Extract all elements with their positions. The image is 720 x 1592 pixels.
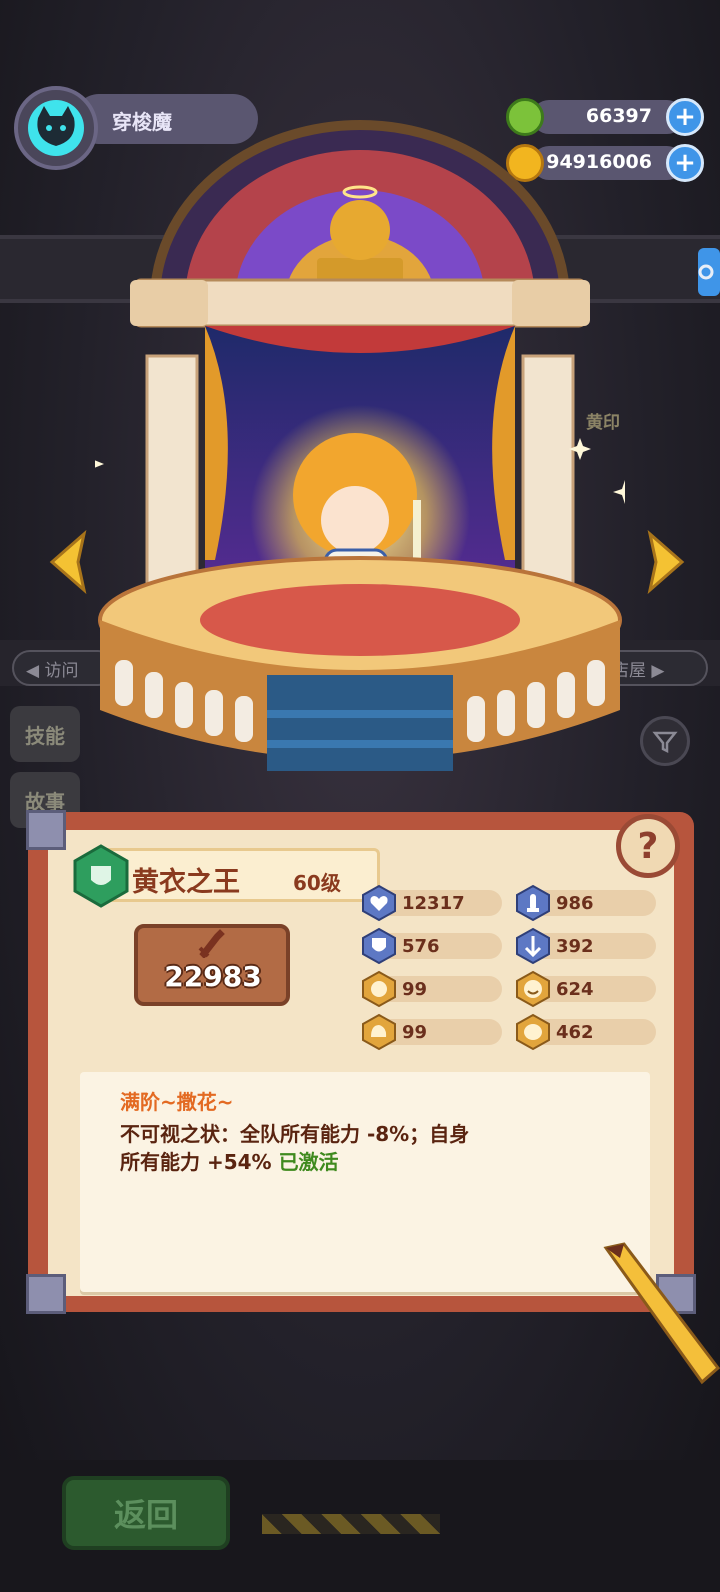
- stat-hp: 12317: [360, 884, 502, 922]
- add-gems-button[interactable]: +: [666, 98, 704, 136]
- next-hero-arrow-icon[interactable]: [640, 530, 690, 594]
- plus-icon: +: [674, 102, 696, 132]
- stat-speed: 392: [514, 927, 656, 965]
- avatar[interactable]: [28, 100, 84, 156]
- add-coins-button[interactable]: +: [666, 144, 704, 182]
- card-corner: [26, 810, 66, 850]
- pencil-icon: [603, 1242, 720, 1385]
- question-icon: ?: [637, 825, 659, 867]
- hero-name: 黄衣之王: [132, 867, 240, 898]
- skill-active-status: 已激活: [278, 1150, 339, 1174]
- skill-desc-line2-text: 所有能力 +54%: [120, 1150, 279, 1174]
- stat-intellect: 462: [514, 1013, 656, 1051]
- filter-icon: [652, 731, 678, 754]
- strength-icon: [362, 1013, 396, 1051]
- plus-icon: +: [674, 148, 696, 178]
- tab-skills[interactable]: 技能: [10, 706, 80, 762]
- stat-luck: 624: [514, 970, 656, 1008]
- skill-title: 满阶~撒花~: [120, 1090, 234, 1114]
- hp-value: 12317: [402, 893, 465, 914]
- rarity-shield-badge-icon: [73, 844, 129, 908]
- luck-icon: [516, 970, 550, 1008]
- avatar-frame: [14, 86, 98, 170]
- help-button[interactable]: ?: [616, 814, 680, 878]
- charm-icon: [362, 970, 396, 1008]
- card-corner: [26, 1274, 66, 1314]
- speed-value: 392: [556, 936, 594, 957]
- stat-attack: 986: [514, 884, 656, 922]
- back-button[interactable]: 返回: [62, 1476, 230, 1550]
- sword-icon: [198, 929, 225, 958]
- defense-value: 576: [402, 936, 440, 957]
- cat-face-icon: [37, 106, 75, 146]
- hero-stage: [95, 120, 625, 771]
- intellect-value: 462: [556, 1022, 594, 1043]
- filter-button[interactable]: [640, 716, 690, 766]
- stat-charm: 99: [360, 970, 502, 1008]
- hazard-stripe: [262, 1514, 440, 1534]
- skill-desc-line2: 所有能力 +54% 已激活: [120, 1146, 339, 1175]
- hero-level: 60级: [293, 871, 341, 895]
- luck-value: 624: [556, 979, 594, 1000]
- stat-strength: 99: [360, 1013, 502, 1051]
- charm-value: 99: [402, 979, 428, 1000]
- speed-icon: [516, 927, 550, 965]
- combat-power-value: 22983: [164, 960, 262, 993]
- share-handle-icon[interactable]: [692, 248, 720, 296]
- shield-icon: [362, 927, 396, 965]
- prev-hero-arrow-icon[interactable]: [44, 530, 94, 594]
- skill-desc-line1: 不可视之状：全队所有能力 -8%；自身: [120, 1122, 470, 1146]
- attack-icon: [516, 884, 550, 922]
- attack-value: 986: [556, 893, 594, 914]
- stat-defense: 576: [360, 927, 502, 965]
- heart-icon: [362, 884, 396, 922]
- strength-value: 99: [402, 1022, 428, 1043]
- skill-note: 满阶~撒花~ 不可视之状：全队所有能力 -8%；自身 所有能力 +54% 已激活: [80, 1072, 650, 1292]
- intellect-icon: [516, 1013, 550, 1051]
